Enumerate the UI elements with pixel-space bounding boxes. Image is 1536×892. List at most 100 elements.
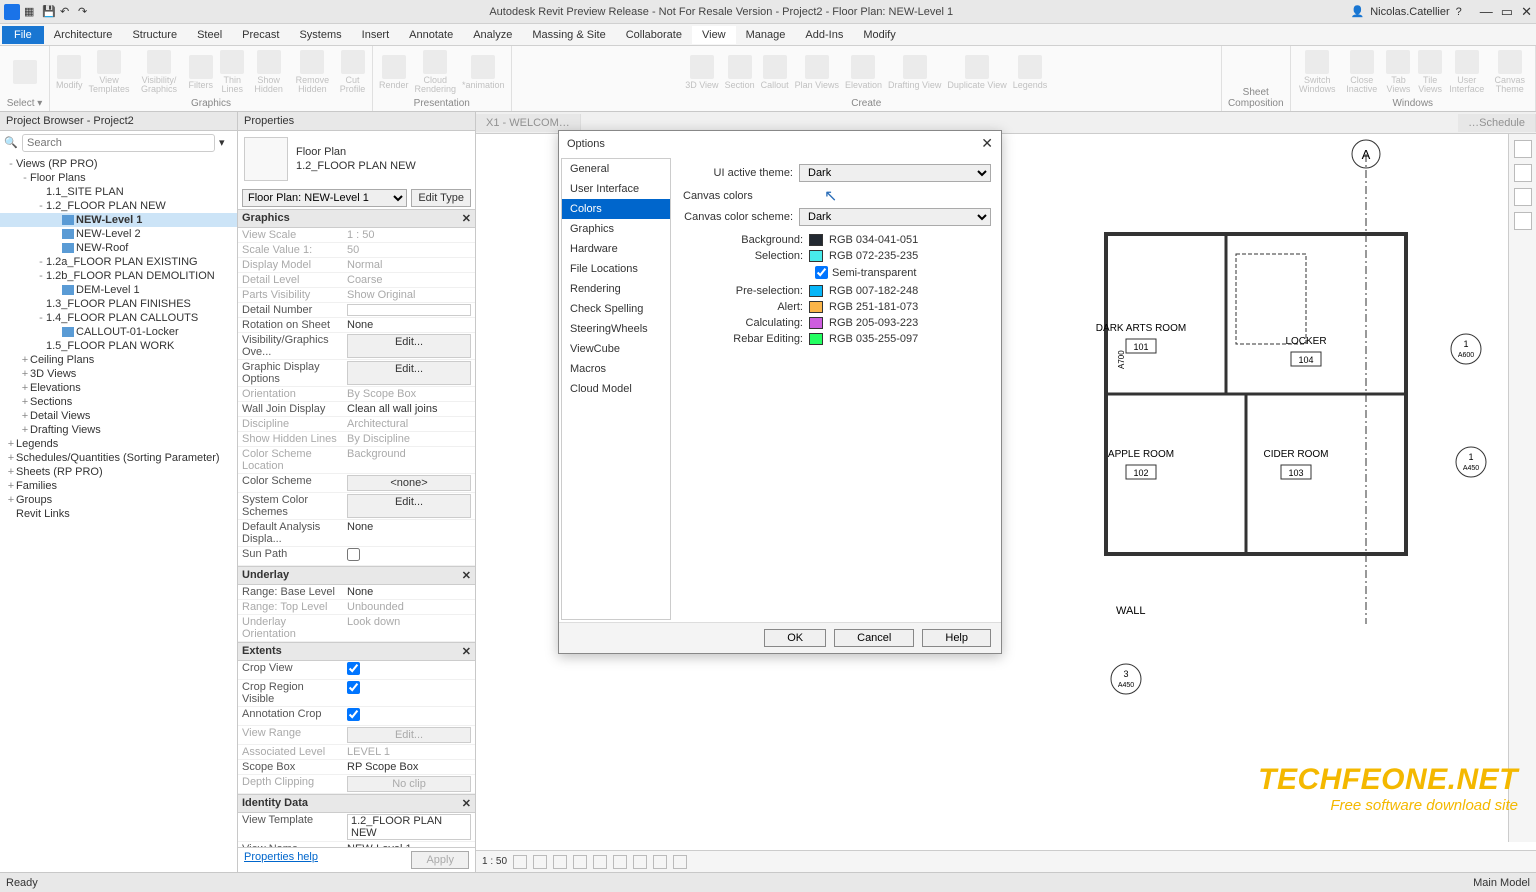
detail-level-icon[interactable] [513, 855, 527, 869]
tree-node[interactable]: -Views (RP PRO) [0, 157, 237, 171]
prop-row[interactable]: Detail Number [238, 303, 475, 318]
tree-node[interactable]: +Sheets (RP PRO) [0, 465, 237, 479]
search-icon[interactable]: 🔍 [4, 136, 18, 150]
tree-node[interactable]: -1.2a_FLOOR PLAN EXISTING [0, 255, 237, 269]
tree-node[interactable]: NEW-Level 2 [0, 227, 237, 241]
reveal-icon[interactable] [673, 855, 687, 869]
nav-home-icon[interactable] [1514, 140, 1532, 158]
tab-steel[interactable]: Steel [187, 26, 232, 44]
color-swatch[interactable] [809, 285, 823, 297]
prop-row[interactable]: View NameNEW-Level 1 [238, 842, 475, 847]
tree-node[interactable]: Revit Links [0, 507, 237, 521]
tab-architecture[interactable]: Architecture [44, 26, 123, 44]
tool-userinterface[interactable]: User Interface [1449, 50, 1485, 94]
tab-manage[interactable]: Manage [736, 26, 796, 44]
scheme-select[interactable]: Dark [799, 208, 991, 226]
prop-row[interactable]: Color Scheme<none> [238, 474, 475, 493]
select-tool[interactable] [13, 60, 37, 84]
prop-section[interactable]: Underlay✕ [238, 566, 475, 585]
crop-region-icon[interactable] [613, 855, 627, 869]
qat-open-icon[interactable]: ▦ [24, 5, 38, 19]
tool-legends[interactable]: Legends [1013, 55, 1048, 90]
tool-filters[interactable]: Filters [188, 55, 213, 90]
color-swatch[interactable] [809, 234, 823, 246]
tree-node[interactable]: +3D Views [0, 367, 237, 381]
tool-duplicateview[interactable]: Duplicate View [947, 55, 1006, 90]
quick-access-toolbar[interactable]: ▦ 💾 ↶ ↷ [24, 5, 92, 19]
tool-draftingview[interactable]: Drafting View [888, 55, 941, 90]
tree-node[interactable]: NEW-Roof [0, 241, 237, 255]
prop-row[interactable]: Rotation on SheetNone [238, 318, 475, 333]
temp-hide-icon[interactable] [653, 855, 667, 869]
tool-cloudrendering[interactable]: Cloud Rendering [414, 50, 456, 94]
prop-row[interactable]: Show Hidden LinesBy Discipline [238, 432, 475, 447]
tab-annotate[interactable]: Annotate [399, 26, 463, 44]
tool-callout[interactable]: Callout [761, 55, 789, 90]
tree-node[interactable]: 1.3_FLOOR PLAN FINISHES [0, 297, 237, 311]
prop-section[interactable]: Graphics✕ [238, 209, 475, 228]
prop-row[interactable]: Crop Region Visible [238, 680, 475, 707]
prop-row[interactable]: Range: Top LevelUnbounded [238, 600, 475, 615]
prop-row[interactable]: Default Analysis Displa...None [238, 520, 475, 547]
tool-showhiddenlines[interactable]: Show Hidden [252, 50, 286, 94]
dialog-nav-item[interactable]: Macros [562, 359, 670, 379]
dialog-nav-item[interactable]: Graphics [562, 219, 670, 239]
tab-collaborate[interactable]: Collaborate [616, 26, 692, 44]
tab-modify[interactable]: Modify [853, 26, 905, 44]
prop-row[interactable]: View RangeEdit... [238, 726, 475, 745]
tab-structure[interactable]: Structure [122, 26, 187, 44]
nav-cube-icon[interactable] [1514, 164, 1532, 182]
tree-node[interactable]: +Families [0, 479, 237, 493]
dialog-nav-item[interactable]: General [562, 159, 670, 179]
prop-row[interactable]: Detail LevelCoarse [238, 273, 475, 288]
tool-canvastheme[interactable]: Canvas Theme [1491, 50, 1529, 94]
user-icon[interactable]: 👤 [1350, 5, 1364, 18]
dialog-nav-item[interactable]: Check Spelling [562, 299, 670, 319]
prop-row[interactable]: Scope BoxRP Scope Box [238, 760, 475, 775]
tab-analyze[interactable]: Analyze [463, 26, 522, 44]
qat-undo-icon[interactable]: ↶ [60, 5, 74, 19]
tool-cutprofile[interactable]: Cut Profile [339, 50, 366, 94]
prop-row[interactable]: Annotation Crop [238, 707, 475, 726]
tool-switchwindows[interactable]: Switch Windows [1297, 50, 1338, 94]
tool-closeinactive[interactable]: Close Inactive [1344, 50, 1380, 94]
minimize-button[interactable]: — [1480, 4, 1493, 20]
tool-planviews[interactable]: Plan Views [795, 55, 839, 90]
tree-node[interactable]: 1.1_SITE PLAN [0, 185, 237, 199]
tool-elevation[interactable]: Elevation [845, 55, 882, 90]
tool-tabviews[interactable]: Tab Views [1386, 50, 1412, 94]
tab-addins[interactable]: Add-Ins [795, 26, 853, 44]
dialog-nav-item[interactable]: Rendering [562, 279, 670, 299]
close-button[interactable]: ✕ [1521, 4, 1532, 20]
prop-row[interactable]: OrientationBy Scope Box [238, 387, 475, 402]
user-name[interactable]: Nicolas.Catellier [1370, 6, 1449, 18]
color-swatch[interactable] [809, 301, 823, 313]
tree-node[interactable]: +Schedules/Quantities (Sorting Parameter… [0, 451, 237, 465]
tab-massingsite[interactable]: Massing & Site [522, 26, 615, 44]
help-icon[interactable]: ? [1456, 6, 1462, 18]
dialog-nav-item[interactable]: File Locations [562, 259, 670, 279]
tool-viewtemplates[interactable]: View Templates [89, 50, 130, 94]
prop-row[interactable]: View Scale1 : 50 [238, 228, 475, 243]
view-tab-2[interactable]: …Schedule [1458, 114, 1536, 132]
prop-row[interactable]: View Template1.2_FLOOR PLAN NEW [238, 813, 475, 842]
dialog-nav-item[interactable]: Colors [562, 199, 670, 219]
crop-icon[interactable] [593, 855, 607, 869]
tree-node[interactable]: +Drafting Views [0, 423, 237, 437]
semi-transparent-checkbox[interactable] [815, 266, 828, 279]
tab-view[interactable]: View [692, 26, 736, 44]
tree-node[interactable]: NEW-Level 1 [0, 213, 237, 227]
tab-insert[interactable]: Insert [352, 26, 400, 44]
prop-section[interactable]: Extents✕ [238, 642, 475, 661]
properties-filter[interactable]: Floor Plan: NEW-Level 1 [242, 189, 407, 207]
prop-row[interactable]: Parts VisibilityShow Original [238, 288, 475, 303]
prop-row[interactable]: Associated LevelLEVEL 1 [238, 745, 475, 760]
tool-animation[interactable]: *animation [462, 55, 505, 90]
tool-visibilitygraphics[interactable]: Visibility/ Graphics [136, 50, 183, 94]
dialog-nav-item[interactable]: Cloud Model [562, 379, 670, 399]
tree-node[interactable]: +Groups [0, 493, 237, 507]
filter-icon[interactable]: ▾ [219, 136, 233, 150]
sun-path-icon[interactable] [553, 855, 567, 869]
prop-row[interactable]: DisciplineArchitectural [238, 417, 475, 432]
dialog-close-button[interactable]: ✕ [981, 135, 993, 152]
